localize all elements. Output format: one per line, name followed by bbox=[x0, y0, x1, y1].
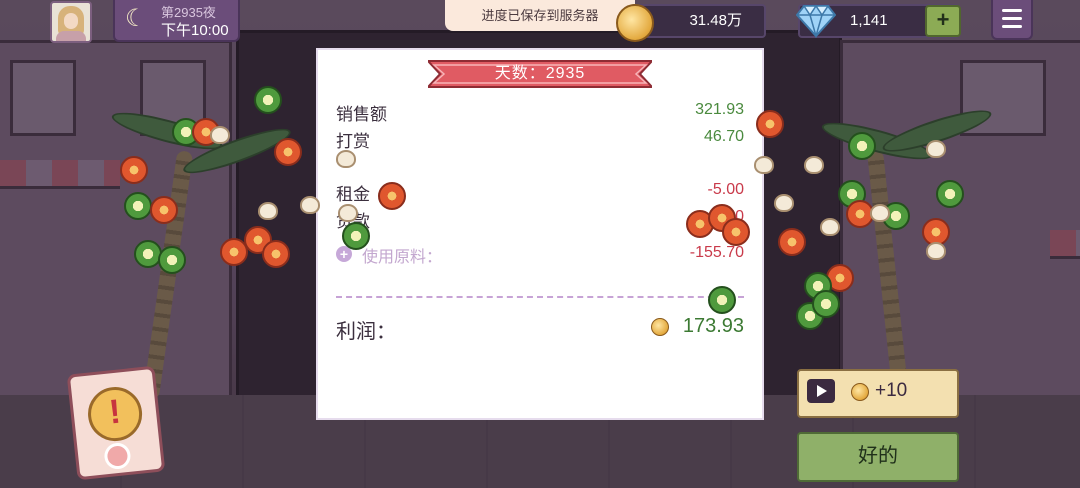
watch-ad-bonus-button[interactable]: +10 bbox=[797, 369, 959, 418]
garlic-clove-icon bbox=[820, 218, 840, 236]
jalapeno-slice-icon bbox=[936, 180, 964, 208]
tomato-slice-icon bbox=[274, 138, 302, 166]
save-toast: 进度已保存到服务器 bbox=[445, 0, 635, 31]
coin-icon bbox=[616, 4, 654, 42]
coin-amount: 31.48万 bbox=[689, 12, 742, 29]
garlic-clove-icon bbox=[300, 196, 320, 214]
event-alert-card[interactable]: ! bbox=[66, 365, 166, 481]
jalapeno-slice-icon bbox=[812, 290, 840, 318]
gem-amount: 1,141 bbox=[850, 12, 888, 29]
row-rent-value: -5.00 bbox=[707, 181, 744, 198]
jalapeno-slice-icon bbox=[342, 222, 370, 250]
row-sales-label: 销售额 bbox=[336, 105, 387, 124]
day-ribbon-label-wrap: 天数：2935 bbox=[428, 57, 652, 91]
jalapeno-slice-icon bbox=[708, 286, 736, 314]
avatar-face bbox=[64, 13, 78, 29]
ad-reward-amount: +10 bbox=[875, 380, 908, 401]
menu-icon-bar bbox=[1002, 17, 1022, 20]
profit-label: 利润： bbox=[336, 321, 396, 343]
tomato-slice-icon bbox=[378, 182, 406, 210]
tomato-slice-icon bbox=[262, 240, 290, 268]
menu-button[interactable] bbox=[991, 0, 1033, 40]
add-gems-button[interactable]: + bbox=[925, 5, 961, 37]
tomato-slice-icon bbox=[756, 110, 784, 138]
coin-icon bbox=[851, 383, 869, 401]
game-time: 下午10:00 bbox=[161, 22, 229, 39]
tomato-slice-icon bbox=[120, 156, 148, 184]
play-icon bbox=[807, 379, 835, 403]
garlic-clove-icon bbox=[338, 204, 358, 222]
jalapeno-slice-icon bbox=[848, 132, 876, 160]
right-awning bbox=[1050, 230, 1080, 259]
tomato-slice-icon bbox=[150, 196, 178, 224]
player-avatar[interactable] bbox=[50, 1, 92, 43]
row-ingredients-label[interactable]: 使用原料： bbox=[362, 243, 442, 267]
avatar-body bbox=[56, 31, 86, 41]
garlic-clove-icon bbox=[774, 194, 794, 212]
row-rent-label: 租金 bbox=[336, 185, 370, 204]
receipt-divider bbox=[336, 296, 744, 298]
garlic-clove-icon bbox=[210, 126, 230, 144]
alert-dot bbox=[103, 441, 132, 471]
tomato-slice-icon bbox=[778, 228, 806, 256]
jalapeno-slice-icon bbox=[254, 86, 282, 114]
row-tips-value: 46.70 bbox=[703, 128, 744, 145]
left-awning bbox=[0, 160, 120, 189]
garlic-clove-icon bbox=[258, 202, 278, 220]
gem-icon bbox=[796, 4, 836, 38]
menu-icon-bar bbox=[1002, 9, 1022, 12]
day-title: 天数：2935 bbox=[494, 65, 586, 82]
left-window bbox=[10, 60, 76, 136]
garlic-clove-icon bbox=[926, 242, 946, 260]
tomato-slice-icon bbox=[722, 218, 750, 246]
jalapeno-slice-icon bbox=[124, 192, 152, 220]
garlic-clove-icon bbox=[754, 156, 774, 174]
jalapeno-slice-icon bbox=[158, 246, 186, 274]
alert-icon: ! bbox=[107, 392, 123, 432]
garlic-clove-icon bbox=[336, 150, 356, 168]
row-tips-label: 打赏 bbox=[336, 132, 370, 151]
profit-value: 173.93 bbox=[682, 315, 744, 337]
moon-icon: ☾ bbox=[125, 5, 147, 32]
menu-icon-bar bbox=[1002, 25, 1022, 28]
garlic-clove-icon bbox=[870, 204, 890, 222]
ok-button[interactable]: 好的 bbox=[797, 432, 959, 482]
profit-coin-icon bbox=[651, 318, 669, 336]
garlic-clove-icon bbox=[926, 140, 946, 158]
row-ingredients-value: -155.70 bbox=[689, 244, 744, 261]
garlic-clove-icon bbox=[804, 156, 824, 174]
row-sales-value: 321.93 bbox=[695, 101, 744, 118]
day-time-panel: ☾ 第2935夜 下午10:00 bbox=[113, 0, 240, 42]
